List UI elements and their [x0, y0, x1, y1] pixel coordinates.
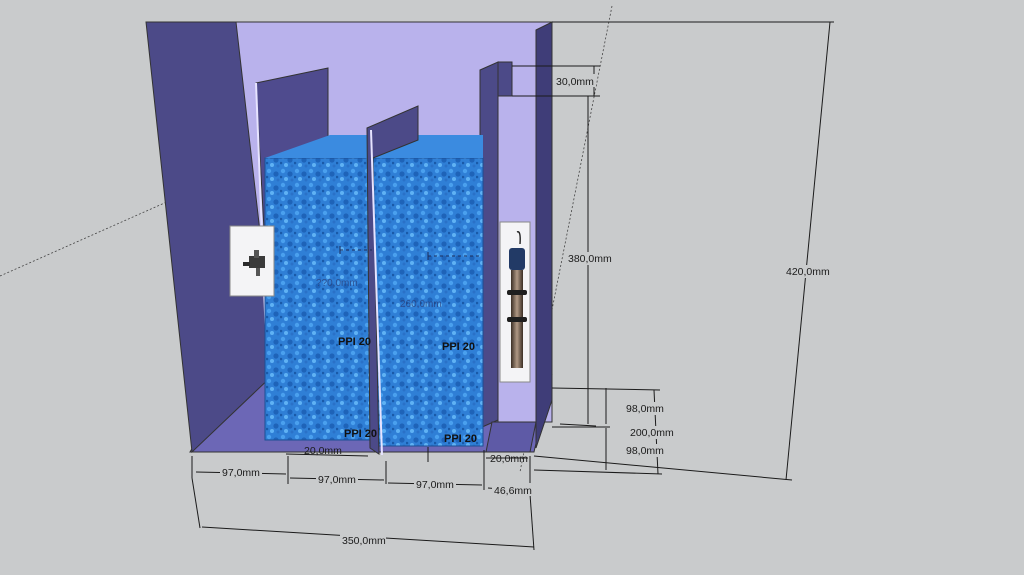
ppi-label-left: PPI 20 [338, 336, 371, 348]
dim-overall-width: 350,0mm [342, 535, 386, 547]
dim-bottom-seg3: 97,0mm [416, 479, 454, 491]
ppi-label-right-base: PPI 20 [444, 433, 477, 445]
return-floor [485, 421, 537, 453]
right-wall [535, 21, 553, 449]
dim-bottom-seg2: 97,0mm [318, 474, 356, 486]
faint-label-right: 260,0mm [400, 299, 442, 310]
dim-gap-right: 20,0mm [490, 453, 528, 465]
pump-icon [229, 225, 275, 297]
dim-lower-total: 200,0mm [630, 427, 674, 439]
dim-lower-b: 98,0mm [626, 445, 664, 457]
ppi-label-right: PPI 20 [442, 341, 475, 353]
aquarium-filter-diagram: ??0,0mm 260,0mm PPI 20 PPI 20 PPI 20 PPI… [0, 5, 834, 551]
right-baffle-b [497, 61, 513, 97]
heater-icon [499, 221, 531, 383]
ppi-label-left-base: PPI 20 [344, 428, 377, 440]
dim-gap-left: 20,0mm [304, 445, 342, 457]
dim-bottom-seg4: 46,6mm [494, 485, 532, 497]
dim-total-height: 420,0mm [786, 266, 830, 278]
dim-lower-a: 98,0mm [626, 403, 664, 415]
dim-bottom-seg1: 97,0mm [222, 467, 260, 479]
faint-label-left: ??0,0mm [316, 278, 358, 289]
foam-block-right [372, 135, 484, 447]
dim-top-gap: 30,0mm [556, 76, 594, 88]
dim-chamber-height: 380,0mm [568, 253, 612, 265]
